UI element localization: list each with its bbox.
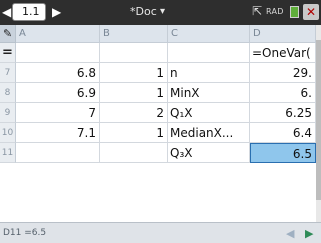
formula-cell-d[interactable]: =OneVar( <box>250 43 316 63</box>
table-cell[interactable]: 2 <box>100 103 168 123</box>
column-header-d[interactable]: D <box>250 25 316 43</box>
document-title[interactable]: *Doc <box>130 5 157 19</box>
table-cell[interactable]: 6.9 <box>16 83 100 103</box>
table-cell[interactable]: 1 <box>100 123 168 143</box>
table-cell[interactable]: 6.25 <box>250 103 316 123</box>
table-cell[interactable] <box>100 143 168 163</box>
table-cell[interactable]: 6.4 <box>250 123 316 143</box>
row-number[interactable]: 7 <box>0 63 16 83</box>
grid-corner[interactable]: ✎ <box>0 25 16 43</box>
row-number[interactable]: 8 <box>0 83 16 103</box>
row-number[interactable]: 9 <box>0 103 16 123</box>
angle-mode-indicator: RAD <box>266 7 284 16</box>
table-cell[interactable]: 6. <box>250 83 316 103</box>
formula-cell-a[interactable] <box>16 43 100 63</box>
row-number[interactable]: 10 <box>0 123 16 143</box>
page-tab-label: 1.1 <box>22 5 40 18</box>
column-header-b[interactable]: B <box>100 25 168 43</box>
table-cell[interactable]: 1 <box>100 83 168 103</box>
table-cell[interactable]: 7.1 <box>16 123 100 143</box>
formula-cell-b[interactable] <box>100 43 168 63</box>
equals-icon: = <box>2 45 13 60</box>
column-header-a[interactable]: A <box>16 25 100 43</box>
table-cell[interactable]: 7 <box>16 103 100 123</box>
table-cell[interactable]: Q₁X <box>168 103 250 123</box>
table-cell[interactable]: 6.8 <box>16 63 100 83</box>
close-button[interactable]: ✕ <box>303 4 319 20</box>
scrollbar-thumb[interactable] <box>316 40 321 200</box>
next-page-arrow-icon[interactable]: ▶ <box>52 5 61 19</box>
title-bar: ◀ 1.1 ▶ *Doc ▾ ⇱ RAD ✕ <box>0 0 321 25</box>
scroll-left-arrow-icon[interactable]: ◀ <box>286 227 294 240</box>
cell-reference-display: D11 =6.5 <box>3 228 47 238</box>
table-cell[interactable]: 29. <box>250 63 316 83</box>
table-cell[interactable]: n <box>168 63 250 83</box>
formula-cell-c[interactable] <box>168 43 250 63</box>
spreadsheet-grid: ✎ A B C D = =OneVar( 7 6.8 1 n 29. 8 6.9… <box>0 25 316 222</box>
selected-cell[interactable]: 6.5 <box>250 143 316 163</box>
pencil-icon: ✎ <box>3 27 13 40</box>
table-cell[interactable]: 1 <box>100 63 168 83</box>
document-menu-chevron-icon[interactable]: ▾ <box>160 6 165 18</box>
previous-page-arrow-icon[interactable]: ◀ <box>2 5 11 19</box>
formula-row-label[interactable]: = <box>0 43 16 63</box>
status-bar: D11 =6.5 ◀ ▶ <box>0 222 321 243</box>
scroll-right-arrow-icon[interactable]: ▶ <box>305 227 313 240</box>
spreadsheet-screen: ◀ 1.1 ▶ *Doc ▾ ⇱ RAD ✕ ✎ A B C D = =OneV… <box>0 0 321 243</box>
column-header-c[interactable]: C <box>168 25 250 43</box>
battery-icon <box>290 6 299 18</box>
table-cell[interactable] <box>16 143 100 163</box>
table-cell[interactable]: MinX <box>168 83 250 103</box>
table-cell[interactable]: MedianX... <box>168 123 250 143</box>
table-cell[interactable]: Q₃X <box>168 143 250 163</box>
cursor-icon: ⇱ <box>252 4 263 18</box>
row-number[interactable]: 11 <box>0 143 16 163</box>
